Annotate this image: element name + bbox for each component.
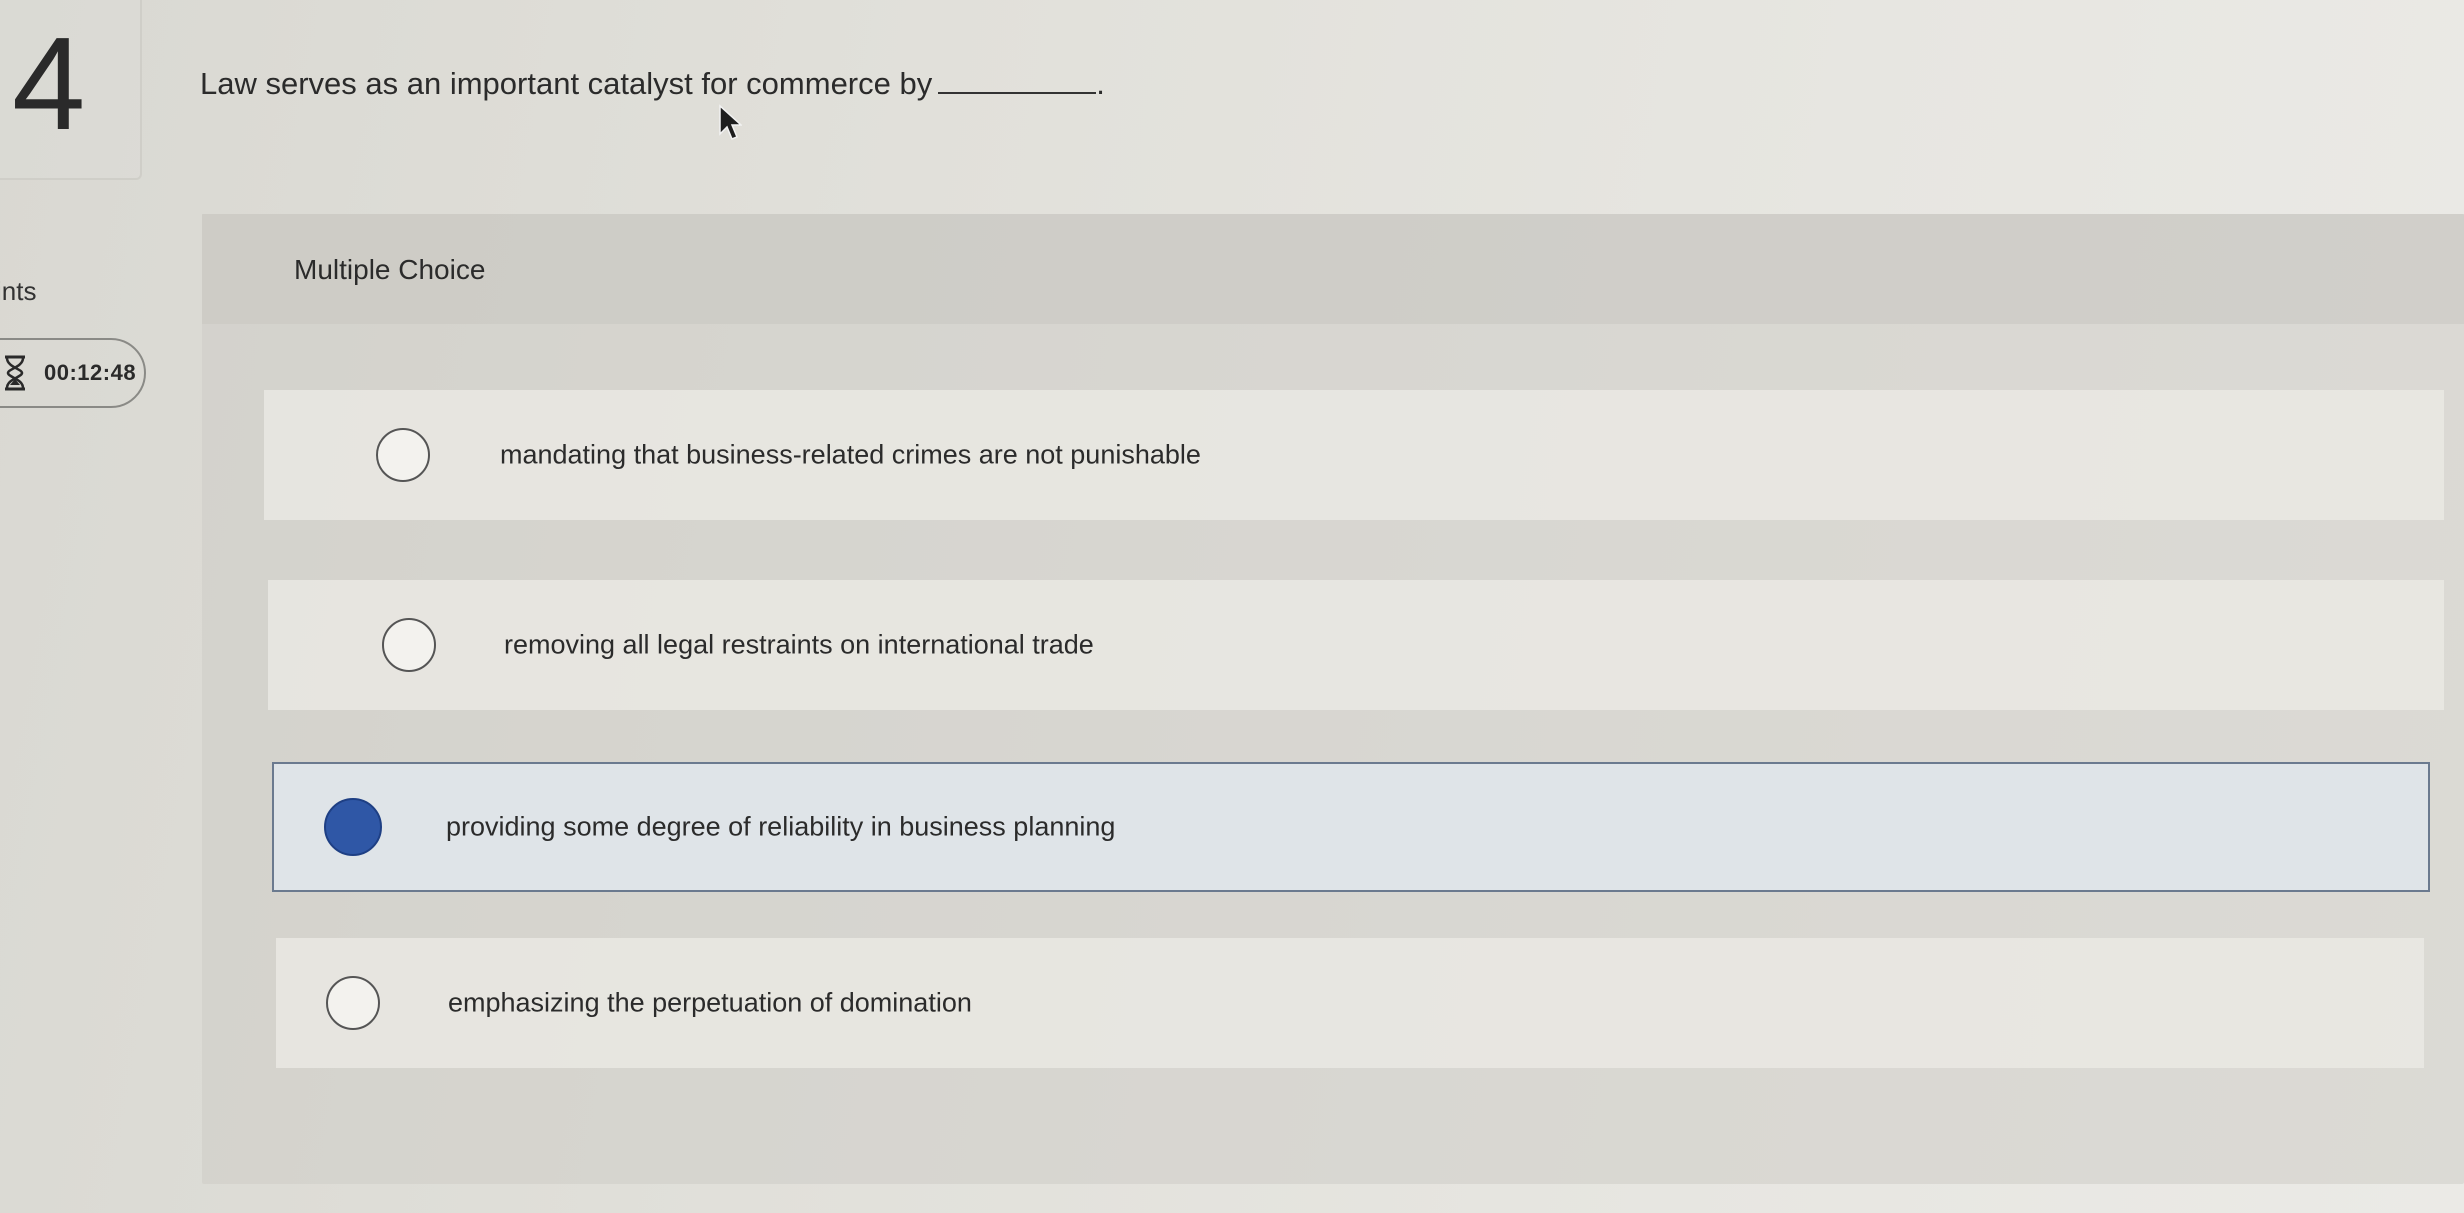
question-end-punct: . xyxy=(1096,66,1105,101)
choice-label: mandating that business-related crimes a… xyxy=(500,439,1201,470)
choice-option-4[interactable]: emphasizing the perpetuation of dominati… xyxy=(276,938,2424,1068)
radio-button[interactable] xyxy=(376,428,430,482)
multiple-choice-panel: Multiple Choice mandating that business-… xyxy=(202,214,2464,1184)
points-label: ints xyxy=(0,276,37,306)
choice-option-3[interactable]: providing some degree of reliability in … xyxy=(272,762,2430,892)
question-text: Law serves as an important catalyst for … xyxy=(200,66,933,101)
timer: 00:12:48 xyxy=(0,338,146,408)
timer-value: 00:12:48 xyxy=(44,360,137,385)
choice-option-1[interactable]: mandating that business-related crimes a… xyxy=(264,390,2444,520)
question-type-label: Multiple Choice xyxy=(294,254,486,285)
choice-label: providing some degree of reliability in … xyxy=(446,811,1116,842)
question-number: 4 xyxy=(12,10,86,157)
answer-blank xyxy=(938,91,1097,94)
mouse-cursor-icon xyxy=(718,104,743,142)
choice-label: emphasizing the perpetuation of dominati… xyxy=(448,987,972,1018)
radio-button-selected[interactable] xyxy=(324,798,382,856)
radio-button[interactable] xyxy=(326,976,380,1030)
choice-label: removing all legal restraints on interna… xyxy=(504,629,1094,660)
question-prompt: Law serves as an important catalyst for … xyxy=(200,66,1105,102)
radio-button[interactable] xyxy=(382,618,436,672)
panel-header: Multiple Choice xyxy=(202,214,2464,324)
choice-option-2[interactable]: removing all legal restraints on interna… xyxy=(268,580,2444,710)
question-number-box: 4 xyxy=(0,0,142,180)
hourglass-icon xyxy=(2,355,28,391)
